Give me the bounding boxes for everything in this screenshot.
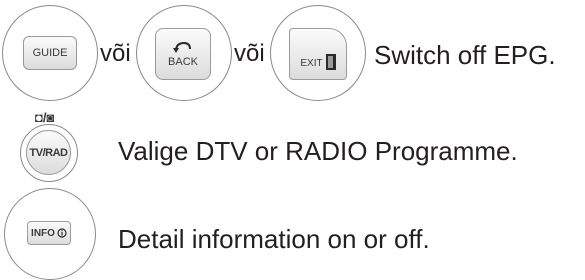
tv-radio-mode-icons: ◘/◙ <box>35 110 55 125</box>
back-key[interactable]: BACK <box>155 28 211 80</box>
tvrad-button-circle[interactable]: TV/RAD <box>20 124 78 182</box>
guide-key-label: GUIDE <box>32 47 68 59</box>
guide-key[interactable]: GUIDE <box>23 36 77 70</box>
or-connector-2: või <box>234 40 265 67</box>
info-key[interactable]: INFO <box>27 221 71 245</box>
tvrad-key[interactable]: TV/RAD <box>26 130 71 175</box>
exit-door-icon <box>325 54 336 70</box>
exit-key-label: EXIT <box>300 57 323 69</box>
or-connector-1: või <box>100 40 131 67</box>
exit-button-circle[interactable]: EXIT <box>270 5 366 101</box>
back-key-label: BACK <box>168 56 198 68</box>
guide-button-circle[interactable]: GUIDE <box>2 5 98 101</box>
info-key-label: INFO <box>31 227 55 239</box>
back-button-circle[interactable]: BACK <box>136 5 232 101</box>
tvrad-key-label: TV/RAD <box>29 146 68 159</box>
row3-description: Detail information on or off. <box>118 224 430 254</box>
info-circle-icon <box>57 228 67 238</box>
info-button-circle[interactable]: INFO <box>4 188 96 280</box>
exit-key[interactable]: EXIT <box>289 28 347 80</box>
row2-description: Valige DTV or RADIO Programme. <box>118 136 518 166</box>
back-arrow-icon <box>173 41 191 53</box>
row1-description: Switch off EPG. <box>374 40 556 70</box>
